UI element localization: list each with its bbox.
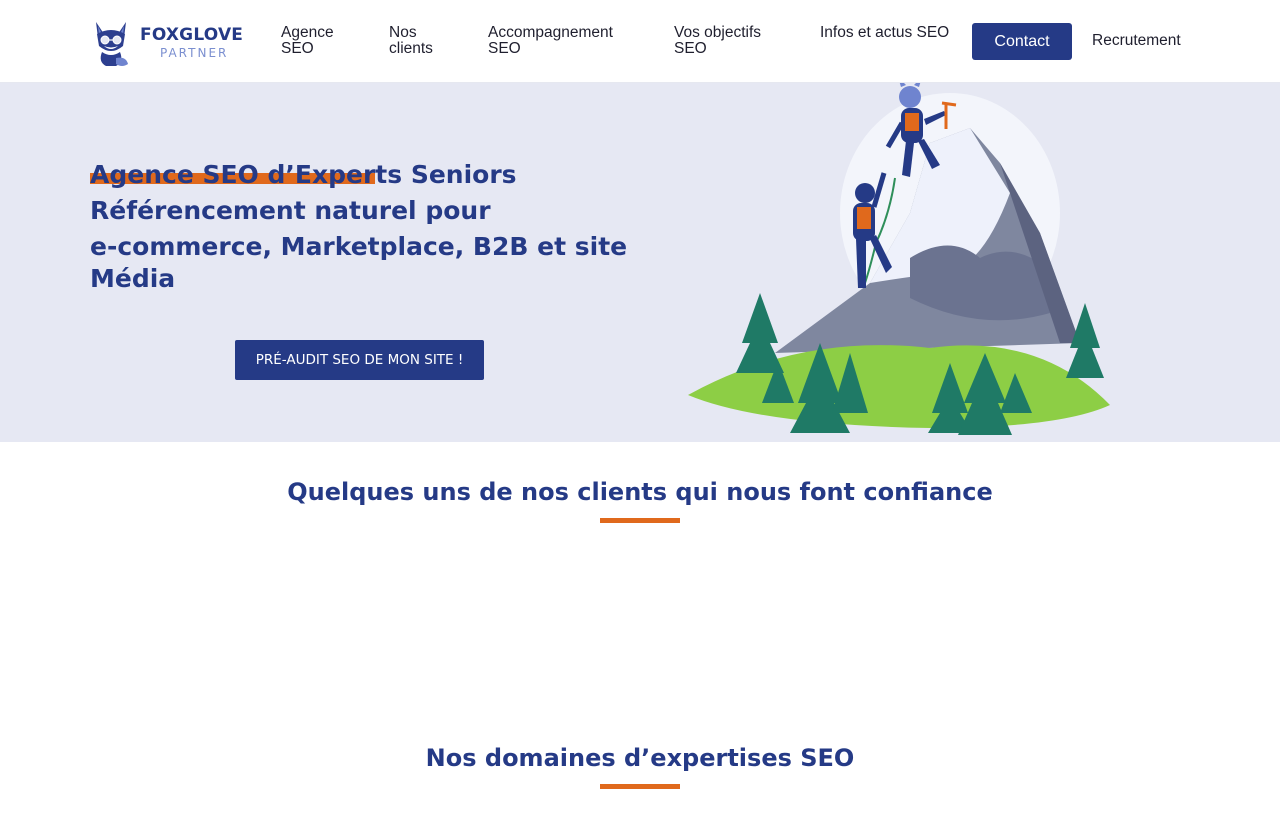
nav-item-accompagnement-seo[interactable]: Accompagnement SEO (488, 25, 648, 57)
mountain-climbers-illustration (688, 83, 1110, 435)
brand-name: FOXGLOVE (140, 25, 244, 45)
nav-item-vos-objectifs-seo[interactable]: Vos objectifs SEO (674, 25, 794, 57)
hero-title-line-4: Média (90, 264, 176, 293)
hero-title: Agence SEO d’Experts Seniors Référenceme… (90, 157, 630, 293)
site-header: FOXGLOVE PARTNER Agence SEO Nos clients … (0, 0, 1280, 83)
expertise-section-title: Nos domaines d’expertises SEO (425, 744, 855, 772)
pre-audit-button[interactable]: PRÉ-AUDIT SEO DE MON SITE ! (235, 340, 484, 380)
hero-title-line-2: Référencement naturel pour (90, 196, 491, 225)
clients-title-underline (600, 518, 680, 523)
clients-section-title: Quelques uns de nos clients qui nous fon… (287, 478, 993, 506)
brand-subtitle: PARTNER (160, 46, 229, 60)
nav-item-recrutement[interactable]: Recrutement (1092, 33, 1202, 49)
hero-section: Agence SEO d’Experts Seniors Référenceme… (0, 83, 1280, 442)
brand-logo[interactable]: FOXGLOVE PARTNER (90, 18, 250, 68)
fox-icon (96, 22, 128, 66)
contact-button[interactable]: Contact (972, 23, 1072, 60)
expertise-title-underline (600, 784, 680, 789)
nav-item-infos-actus-seo[interactable]: Infos et actus SEO (820, 25, 950, 41)
nav-item-nos-clients[interactable]: Nos clients (389, 25, 459, 57)
nav-item-agence-seo[interactable]: Agence SEO (281, 25, 361, 57)
hero-title-line-3: e-commerce, Marketplace, B2B et site (90, 232, 628, 261)
hero-title-line-1: Agence SEO d’Experts Seniors (90, 160, 517, 189)
